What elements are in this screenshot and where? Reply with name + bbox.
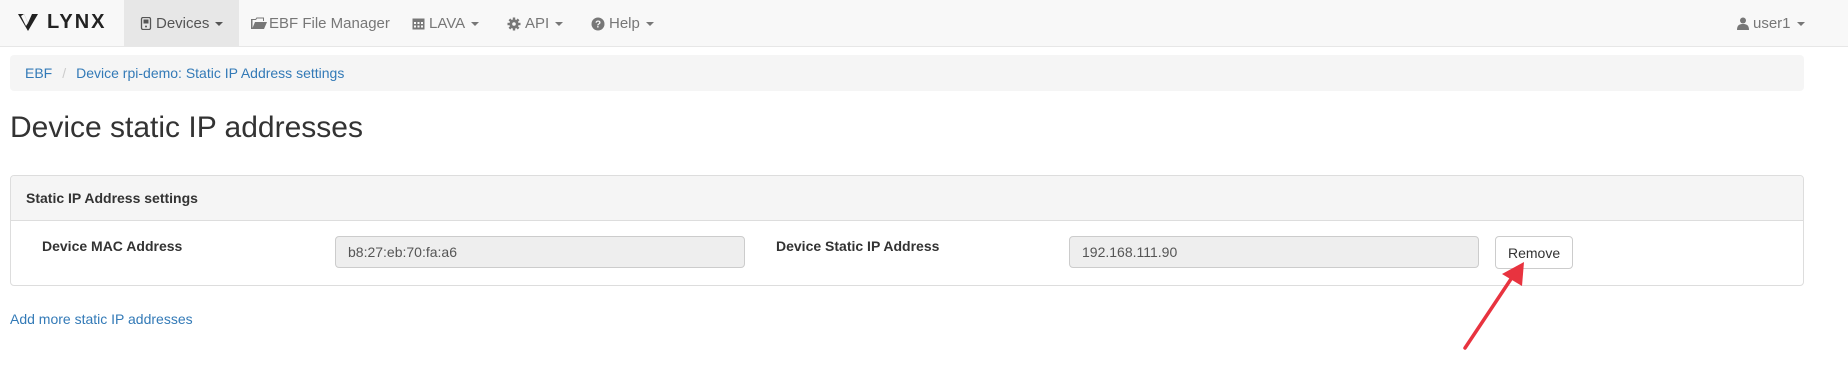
brand-name: LYNX: [47, 10, 107, 33]
brand-logo[interactable]: LYNX: [17, 11, 107, 33]
static-ip-label: Device Static IP Address: [776, 238, 940, 254]
nav-lava[interactable]: LAVA: [412, 0, 480, 47]
nav-devices[interactable]: Devices: [124, 0, 240, 47]
breadcrumb-link-device-settings[interactable]: Device rpi-demo: Static IP Address setti…: [76, 65, 344, 81]
gear-icon: [507, 17, 521, 31]
folder-open-icon: [251, 17, 268, 30]
question-circle-icon: ?: [591, 17, 605, 31]
chevron-down-icon: [645, 21, 654, 26]
nav-ebf-file-manager-label: EBF File Manager: [269, 15, 390, 32]
chevron-down-icon: [555, 21, 564, 26]
breadcrumb-separator: /: [62, 65, 67, 81]
nav-lava-label: LAVA: [429, 15, 466, 32]
nav-ebf-file-manager[interactable]: EBF File Manager: [251, 0, 390, 47]
svg-text:?: ?: [595, 19, 601, 30]
nav-user-label: user1: [1753, 15, 1791, 32]
static-ip-field[interactable]: [1069, 236, 1479, 268]
static-ip-settings-panel: Static IP Address settings Device MAC Ad…: [10, 175, 1804, 286]
chevron-down-icon: [1796, 21, 1805, 26]
chevron-down-icon: [471, 21, 480, 26]
nav-help[interactable]: ? Help: [591, 0, 654, 47]
nav-user-menu[interactable]: user1: [1737, 0, 1805, 47]
user-icon: [1737, 17, 1749, 30]
nav-devices-label: Devices: [156, 15, 210, 32]
breadcrumb: EBF / Device rpi-demo: Static IP Address…: [10, 55, 1804, 91]
device-icon: [140, 17, 152, 30]
lynx-logo-icon: [18, 14, 38, 31]
page-title: Device static IP addresses: [10, 111, 363, 144]
top-navbar: LYNX Devices EBF File Manager LAVA API ?…: [0, 0, 1848, 47]
add-more-static-ip-link[interactable]: Add more static IP addresses: [10, 311, 193, 327]
breadcrumb-link-ebf[interactable]: EBF: [25, 65, 52, 81]
calendar-icon: [412, 17, 425, 30]
mac-address-field[interactable]: [335, 236, 745, 268]
mac-address-label: Device MAC Address: [42, 238, 183, 254]
annotation-arrow-icon: [1463, 262, 1524, 350]
nav-api-label: API: [525, 15, 550, 32]
chevron-down-icon: [215, 21, 224, 26]
panel-heading: Static IP Address settings: [11, 176, 1803, 221]
nav-help-label: Help: [609, 15, 640, 32]
nav-api[interactable]: API: [507, 0, 564, 47]
